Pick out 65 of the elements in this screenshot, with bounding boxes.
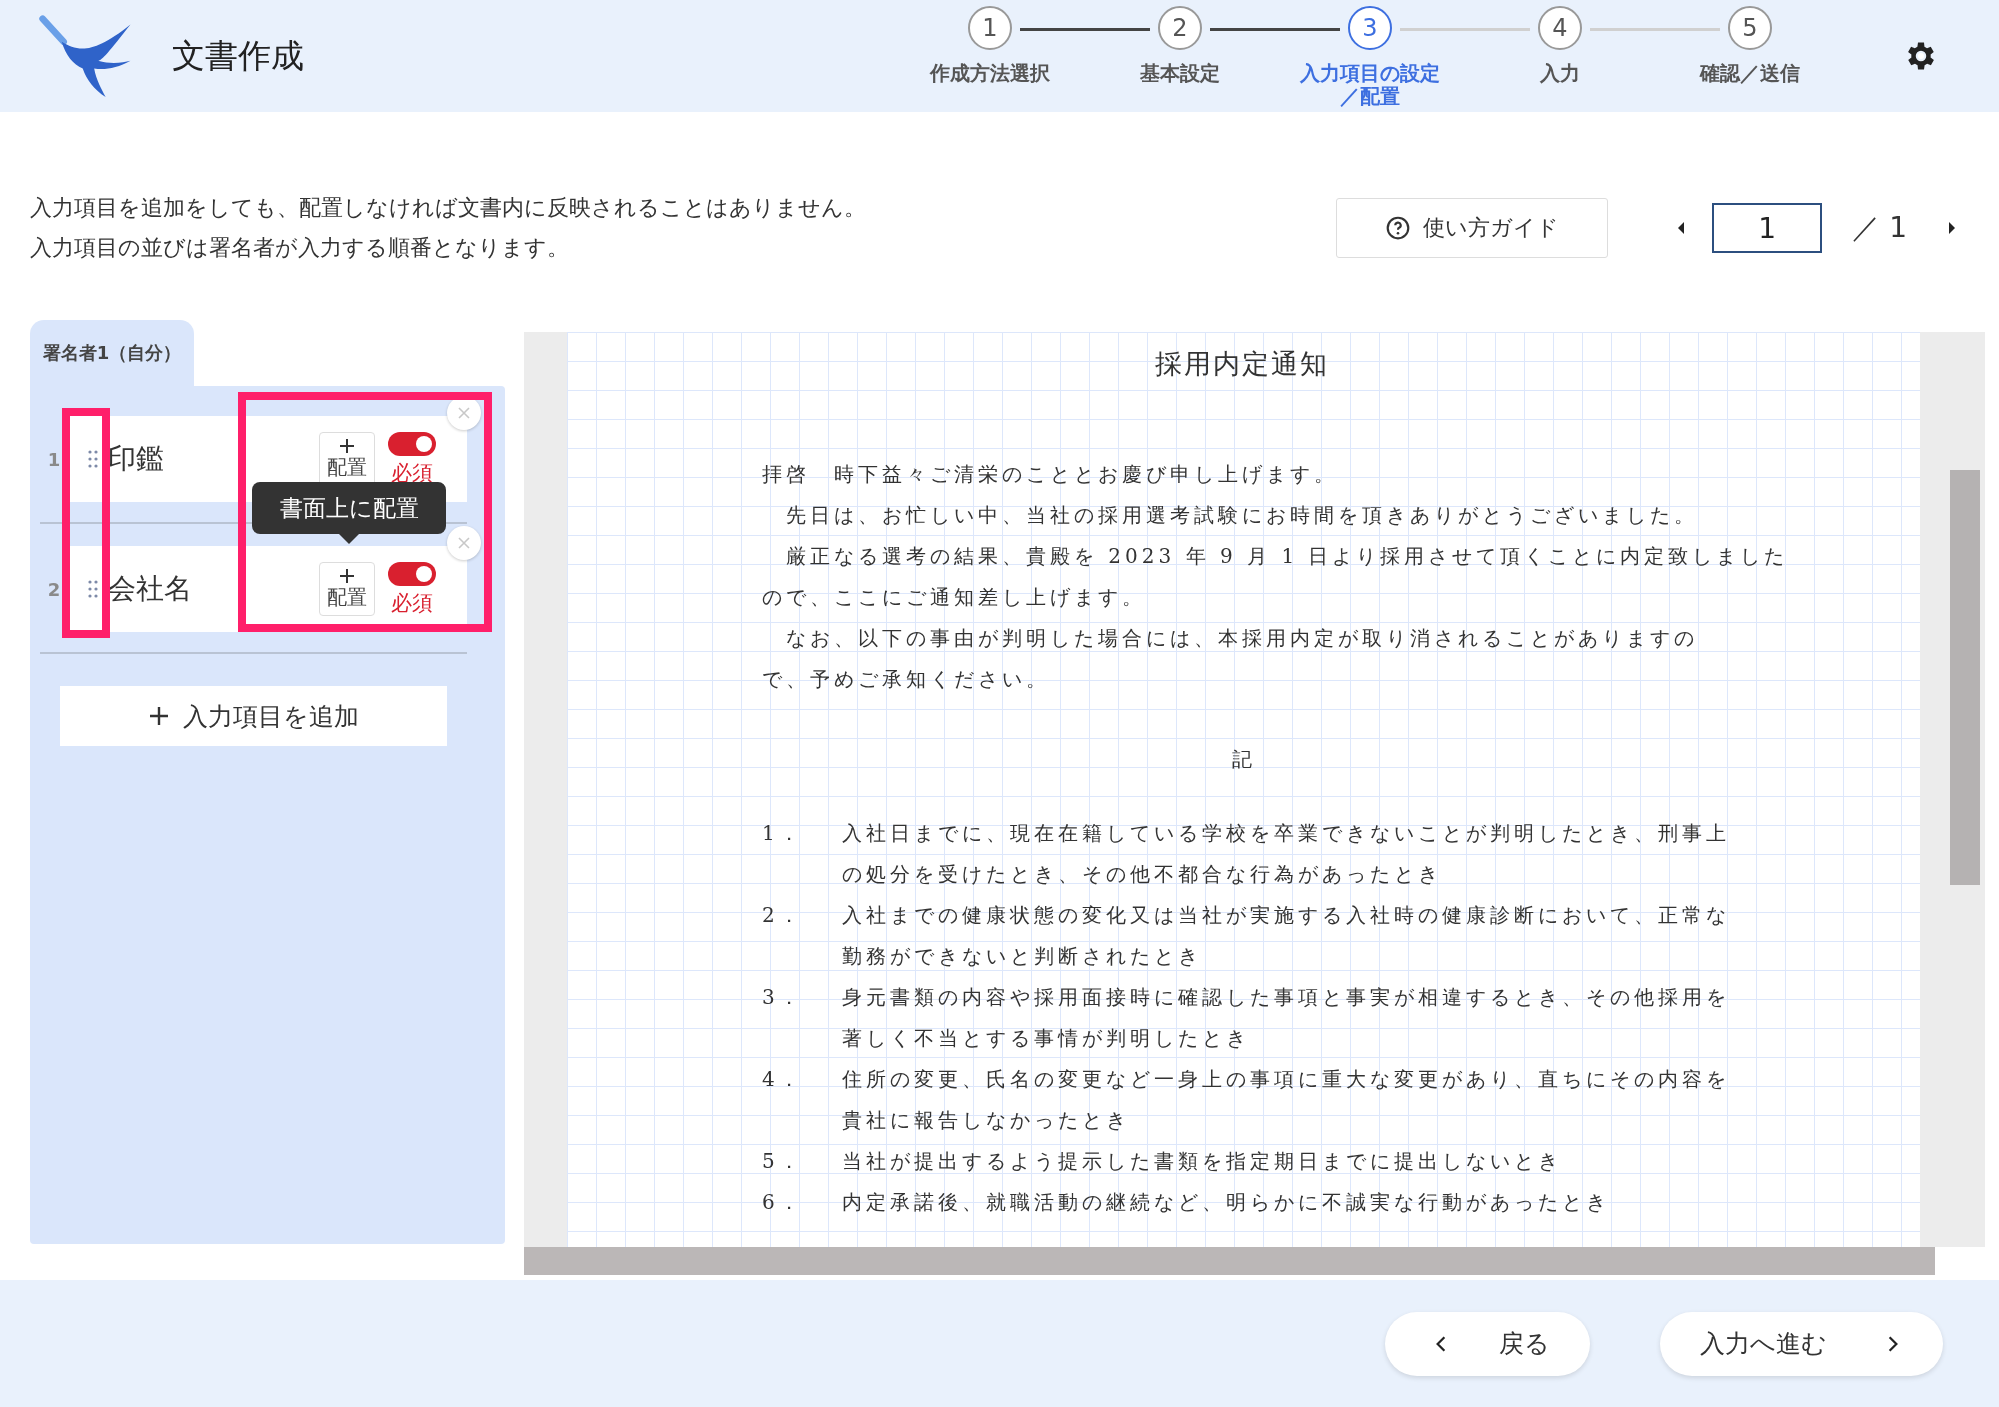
drag-handle-icon[interactable]: [88, 580, 98, 598]
list-number: 2．: [762, 902, 804, 929]
step-label: 確認／送信: [1698, 62, 1801, 85]
document-text-line: 当社が提出するよう提示した書類を指定期日までに提出しないとき: [842, 1148, 1562, 1175]
document-text-line: ので、ここにご通知差し上げます。: [762, 584, 1147, 611]
document-text-line: 先日は、お忙しい中、当社の採用選考試験にお時間を頂きありがとうございました。: [785, 502, 1699, 529]
instruction-text: 入力項目の並びは署名者が入力する順番となります。: [30, 234, 570, 262]
chevron-right-icon: [1887, 1334, 1899, 1353]
document-text-line: なお、以下の事由が判明した場合には、本採用内定が取り消されることがありますの: [785, 625, 1699, 652]
section-mark: 記: [1231, 746, 1253, 773]
required-label: 必須: [391, 589, 433, 617]
tooltip: 書面上に配置: [252, 482, 446, 544]
document-text-line: の処分を受けたとき、その他不都合な行為があったとき: [842, 861, 1443, 888]
document-text-line: で、予めご承知ください。: [762, 666, 1051, 693]
step-label: 作成方法選択: [928, 62, 1051, 85]
drag-handle-icon[interactable]: [88, 450, 98, 468]
list-number: 4．: [762, 1066, 804, 1093]
step-number[interactable]: 1: [968, 6, 1012, 50]
add-field-button[interactable]: 入力項目を追加: [60, 686, 447, 746]
step-number[interactable]: 3: [1348, 6, 1392, 50]
field-label: 会社名: [108, 571, 193, 607]
next-button[interactable]: 入力へ進む: [1660, 1311, 1943, 1376]
list-number: 1．: [762, 820, 804, 847]
previous-page-icon[interactable]: [1676, 221, 1687, 235]
step-label: 入力項目の設定／配置: [1299, 62, 1441, 108]
signer-tab[interactable]: 署名者1（自分）: [30, 320, 194, 386]
document-text-line: 住所の変更、氏名の変更など一身上の事項に重大な変更があり、直ちにその内容を: [842, 1066, 1730, 1093]
help-icon: [1385, 215, 1412, 241]
instruction-text: 入力項目を追加をしても、配置しなければ文書内に反映されることはありません。: [30, 194, 867, 222]
next-page-icon[interactable]: [1947, 221, 1957, 235]
document-text-line: 貴社に報告しなかったとき: [842, 1107, 1131, 1134]
document-text-line: 内定承諾後、就職活動の継続など、明らかに不誠実な行動があったとき: [842, 1189, 1610, 1216]
document-text-line: 勤務ができないと判断されたとき: [842, 943, 1203, 970]
step-number[interactable]: 5: [1728, 6, 1772, 50]
scrollbar-thumb[interactable]: [1950, 470, 1980, 885]
document-text-line: 身元書類の内容や採用面接時に確認した事項と事実が相違するとき、その他採用を: [842, 984, 1730, 1011]
list-number: 5．: [762, 1148, 804, 1175]
field-label: 印鑑: [108, 441, 165, 477]
document-text-line: 著しく不当とする事情が判明したとき: [842, 1025, 1251, 1052]
document-text-line: 拝啓 時下益々ご清栄のこととお慶び申し上げます。: [762, 461, 1339, 488]
document-text-line: 厳正なる選考の結果、貴殿を 2023 年 9 月 1 日より採用させて頂くことに内定致しました: [785, 543, 1790, 570]
required-toggle[interactable]: [388, 561, 436, 586]
item-number: 1: [46, 448, 62, 470]
page-number-field[interactable]: 1: [1712, 203, 1823, 253]
guide-button[interactable]: 使い方ガイド: [1336, 198, 1609, 258]
plus-icon: [339, 568, 355, 584]
plus-icon: [148, 706, 169, 726]
step-label: 基本設定: [1139, 62, 1221, 85]
step-number[interactable]: 2: [1158, 6, 1202, 50]
chevron-left-icon: [1435, 1334, 1447, 1353]
list-number: 6．: [762, 1189, 804, 1216]
horizontal-scrollbar[interactable]: [524, 1247, 1935, 1275]
document-title: 採用内定通知: [1154, 347, 1330, 381]
app-title: 文書作成: [172, 34, 304, 77]
document-text-line: 入社日までに、現在在籍している学校を卒業できないことが判明したとき、刑事上: [842, 820, 1730, 847]
plus-icon: [339, 438, 355, 454]
list-number: 3．: [762, 984, 804, 1011]
step-label: 入力: [1539, 62, 1581, 85]
item-number: 2: [46, 578, 62, 600]
document-text-line: 入社までの健康状態の変化又は当社が実施する入社時の健康診断において、正常な: [842, 902, 1730, 929]
back-button[interactable]: 戻る: [1385, 1311, 1590, 1376]
step-number[interactable]: 4: [1538, 6, 1582, 50]
page-total: ／ 1: [1852, 210, 1907, 246]
place-button[interactable]: 配置: [319, 562, 375, 616]
required-toggle[interactable]: [388, 431, 436, 456]
